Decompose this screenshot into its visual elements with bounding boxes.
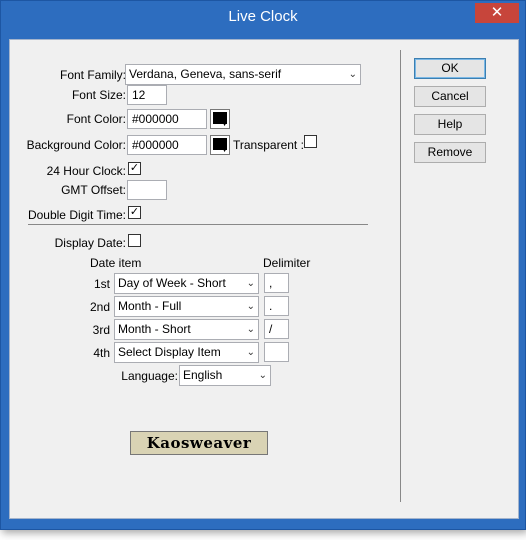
date-item-value: Month - Short (118, 322, 191, 336)
date-item-4-select[interactable]: Select Display Item ⌄ (114, 342, 259, 363)
date-item-ordinal: 2nd (89, 300, 110, 314)
delimiter-1-input[interactable]: , (264, 273, 289, 293)
dialog-window: Live Clock ✕ Font Family: Verdana, Genev… (0, 0, 526, 530)
chevron-down-icon: ⌄ (258, 370, 267, 381)
date-item-value: Select Display Item (118, 345, 221, 359)
chevron-down-icon: ⌄ (246, 278, 255, 289)
double-digit-label: Double Digit Time: (27, 208, 126, 222)
date-item-value: Day of Week - Short (118, 276, 226, 290)
transparent-label: Transparent : (233, 138, 304, 152)
gmt-offset-label: GMT Offset: (61, 183, 126, 197)
chevron-down-icon: ⌄ (246, 301, 255, 312)
close-icon: ✕ (490, 4, 504, 21)
delimiter-header: Delimiter (263, 256, 311, 270)
double-digit-checkbox[interactable]: ✓ (128, 206, 141, 219)
font-family-value: Verdana, Geneva, sans-serif (129, 67, 282, 81)
hour24-label: 24 Hour Clock: (46, 164, 126, 178)
date-item-ordinal: 4th (93, 346, 110, 360)
language-label: Language: (121, 369, 178, 383)
window-title: Live Clock (228, 8, 298, 25)
date-item-ordinal: 3rd (92, 323, 110, 337)
checkmark-icon: ✓ (129, 206, 140, 218)
language-select[interactable]: English ⌄ (179, 365, 271, 386)
date-item-value: Month - Full (118, 299, 182, 313)
delimiter-3-input[interactable]: / (264, 319, 289, 339)
date-item-2-select[interactable]: Month - Full ⌄ (114, 296, 259, 317)
gmt-offset-input[interactable] (127, 180, 167, 200)
button-separator (400, 50, 401, 502)
delimiter-4-input[interactable] (264, 342, 289, 362)
delimiter-2-input[interactable]: . (264, 296, 289, 316)
hour24-checkbox[interactable]: ✓ (128, 162, 141, 175)
font-color-label: Font Color: (66, 112, 126, 126)
checkmark-icon: ✓ (129, 162, 140, 174)
background-color-input[interactable]: #000000 (127, 135, 207, 155)
remove-button[interactable]: Remove (414, 142, 486, 163)
dropdown-triangle-icon: ▼ (221, 121, 228, 128)
background-color-label: Background Color: (26, 138, 126, 152)
date-item-ordinal: 1st (93, 277, 110, 291)
transparent-checkbox[interactable] (304, 135, 317, 148)
font-family-label: Font Family: (59, 68, 126, 82)
dialog-client-area: Font Family: Verdana, Geneva, sans-serif… (9, 39, 519, 519)
dropdown-triangle-icon: ▼ (221, 147, 228, 154)
font-size-input[interactable]: 12 (127, 85, 167, 105)
font-size-label: Font Size: (71, 88, 126, 102)
background-color-picker[interactable]: ▼ (210, 135, 230, 155)
section-divider (28, 224, 368, 225)
help-button[interactable]: Help (414, 114, 486, 135)
ok-button[interactable]: OK (414, 58, 486, 79)
kaosweaver-logo[interactable]: Kaosweaver (130, 431, 268, 455)
chevron-down-icon: ⌄ (348, 69, 357, 80)
font-family-select[interactable]: Verdana, Geneva, sans-serif ⌄ (125, 64, 361, 85)
date-item-1-select[interactable]: Day of Week - Short ⌄ (114, 273, 259, 294)
chevron-down-icon: ⌄ (246, 347, 255, 358)
language-value: English (183, 368, 223, 382)
font-color-input[interactable]: #000000 (127, 109, 207, 129)
date-item-3-select[interactable]: Month - Short ⌄ (114, 319, 259, 340)
display-date-label: Display Date: (54, 236, 126, 250)
title-bar[interactable]: Live Clock ✕ (1, 1, 525, 31)
font-color-picker[interactable]: ▼ (210, 109, 230, 129)
date-item-header: Date item (90, 256, 142, 270)
chevron-down-icon: ⌄ (246, 324, 255, 335)
close-button[interactable]: ✕ (475, 3, 519, 23)
cancel-button[interactable]: Cancel (414, 86, 486, 107)
display-date-checkbox[interactable] (128, 234, 141, 247)
